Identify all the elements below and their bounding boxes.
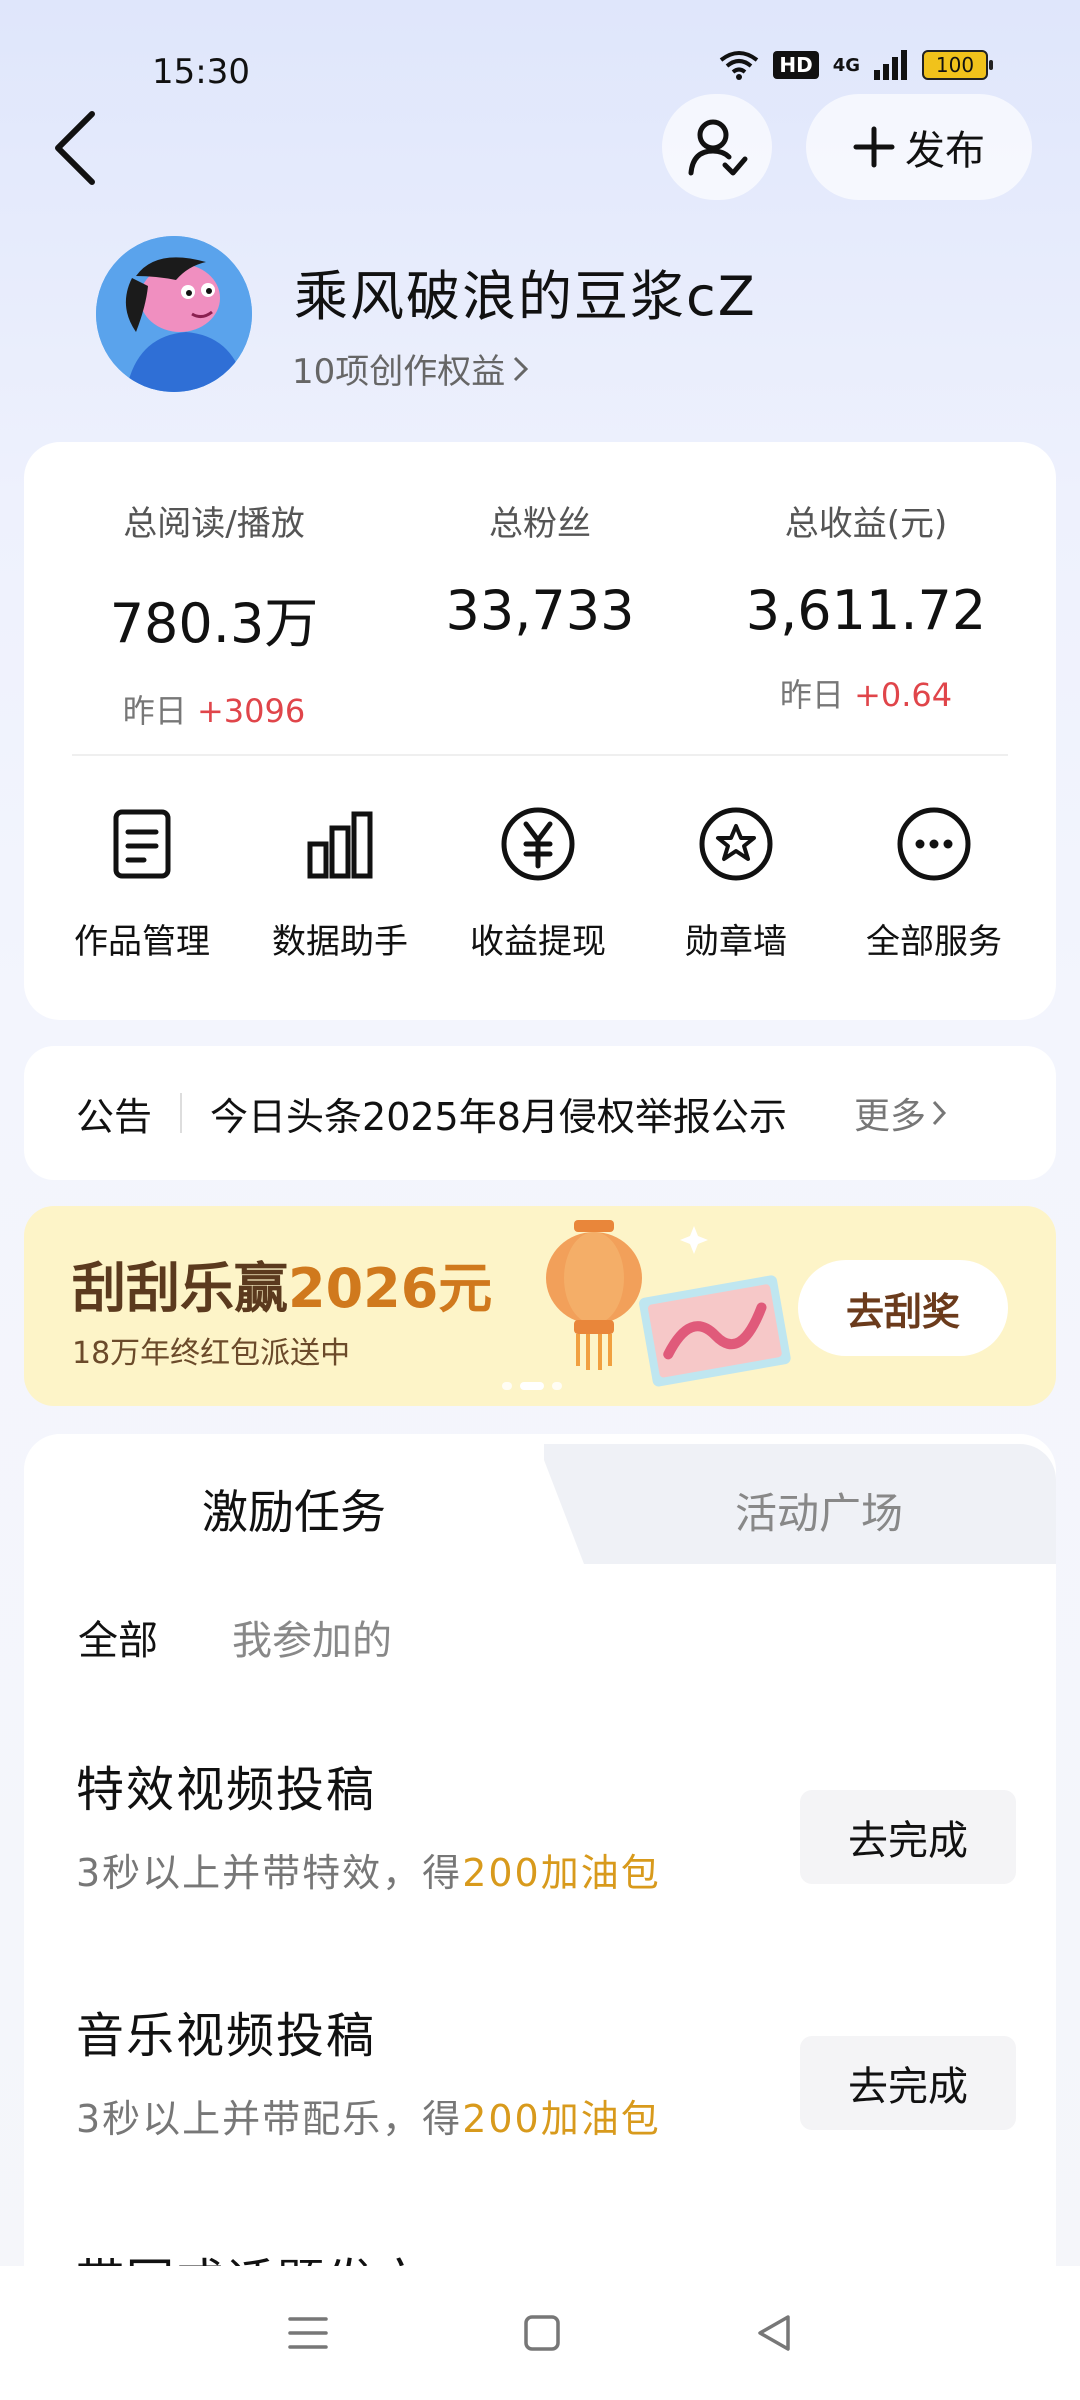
stat-delta [380,670,700,714]
service-works-management[interactable]: 作品管理 [42,804,242,963]
carousel-dot [552,1382,562,1390]
divider [180,1093,183,1133]
carousel-dot-active [520,1382,544,1390]
banner-title-prefix: 刮刮乐赢 [72,1257,288,1320]
task-complete-button[interactable]: 去完成 [800,2036,1016,2130]
back-triangle-icon[interactable] [754,2313,794,2353]
scratch-button[interactable]: 去刮奖 [798,1260,1008,1356]
status-time: 15:30 [152,52,250,92]
stat-earnings[interactable]: 总收益(元) 3,611.72 昨日 +0.64 [706,496,1026,714]
notice-text: 今日头条2025年8月侵权举报公示 [210,1094,787,1139]
stat-delta-prefix: 昨日 [779,676,844,714]
stat-delta-value: +3096 [196,692,306,730]
chevron-right-icon [514,356,529,381]
stat-delta-value: +0.64 [854,676,953,714]
network-label: 4G [832,54,860,76]
stat-delta: 昨日 +3096 [54,686,374,730]
carousel-dots [502,1382,562,1390]
service-withdraw[interactable]: 收益提现 [438,804,638,963]
service-label: 勋章墙 [685,922,787,962]
avatar-image [96,236,252,392]
user-check-button[interactable] [662,94,772,200]
more-dots-icon [897,807,971,881]
stat-delta: 昨日 +0.64 [706,670,1026,714]
stat-value: 33,733 [445,579,635,642]
service-medal-wall[interactable]: 勋章墙 [636,804,836,963]
back-arrow-icon [55,111,95,185]
notice-title: 公告 [76,1094,153,1139]
tab-incentive-tasks[interactable]: 激励任务 [24,1476,564,1542]
filter-joined[interactable]: 我参加的 [232,1608,392,1666]
stat-value: 3,611.72 [745,579,987,642]
promo-banner[interactable]: 刮刮乐赢2026元 18万年终红包派送中 去刮奖 [24,1206,1056,1406]
user-check-icon [688,119,748,176]
signal-icon [874,50,907,80]
avatar[interactable] [96,236,252,392]
creator-rights-link[interactable]: 10项创作权益 [292,344,531,393]
tasks-panel: 激励任务 活动广场 全部 我参加的 特效视频投稿 3秒以上并带特效，得200加油… [24,1434,1056,2334]
creator-rights-label: 10项创作权益 [292,352,506,392]
banner-subtitle: 18万年终红包派送中 [72,1336,351,1371]
status-icons: HD 4G 100 [719,50,993,80]
service-label: 收益提现 [470,922,606,962]
document-icon [113,809,171,879]
filter-all[interactable]: 全部 [78,1608,158,1666]
stat-label: 总收益(元) [784,504,948,544]
bar-chart-icon [307,811,373,879]
service-all-services[interactable]: 全部服务 [834,804,1034,963]
service-label: 全部服务 [866,922,1002,962]
task-item: 音乐视频投稿 3秒以上并带配乐，得200加油包 去完成 [76,1996,1016,2143]
task-desc-text: 3秒以上并带特效，得 [76,1851,463,1895]
publish-button[interactable]: 发布 [806,94,1032,200]
stats-card: 总阅读/播放 780.3万 昨日 +3096 总粉丝 33,733 总收益(元)… [24,442,1056,1020]
battery-icon: 100 [922,50,993,80]
medal-star-icon [699,807,773,881]
plus-icon [853,126,895,168]
lantern-illustration [546,1220,791,1387]
service-label: 数据助手 [272,922,408,962]
task-reward: 200加油包 [462,1851,661,1895]
notice-more-label: 更多 [854,1096,927,1137]
stat-label: 总阅读/播放 [123,504,305,544]
stat-value: 780.3万 [109,592,319,655]
banner-title: 刮刮乐赢2026元 [72,1244,492,1323]
notice-more-link[interactable]: 更多 [854,1087,948,1139]
task-item: 特效视频投稿 3秒以上并带特效，得200加油包 去完成 [76,1750,1016,1897]
menu-icon[interactable] [286,2313,330,2353]
wifi-icon [720,51,759,80]
chevron-right-icon [932,1100,947,1126]
stat-label: 总粉丝 [489,504,591,544]
divider [72,754,1008,756]
notice-bar[interactable]: 公告 今日头条2025年8月侵权举报公示 更多 [24,1046,1056,1180]
stat-fans[interactable]: 总粉丝 33,733 [380,496,700,714]
carousel-dot [502,1382,512,1390]
username: 乘风破浪的豆浆cZ [294,265,757,328]
home-square-icon[interactable] [522,2313,562,2353]
task-complete-button[interactable]: 去完成 [800,1790,1016,1884]
tab-activity-square[interactable]: 活动广场 [584,1480,1054,1541]
hd-badge: HD [773,51,819,79]
stat-reads[interactable]: 总阅读/播放 780.3万 昨日 +3096 [54,496,374,730]
banner-title-amount: 2026元 [288,1257,493,1320]
task-desc-text: 3秒以上并带配乐，得 [76,2097,463,2141]
service-label: 作品管理 [74,922,210,962]
stat-delta-prefix: 昨日 [122,692,187,730]
back-button[interactable] [44,108,114,188]
publish-label: 发布 [905,128,985,174]
system-nav-bar [0,2266,1080,2400]
task-reward: 200加油包 [462,2097,661,2141]
service-data-assistant[interactable]: 数据助手 [240,804,440,963]
yuan-coin-icon [501,807,575,881]
